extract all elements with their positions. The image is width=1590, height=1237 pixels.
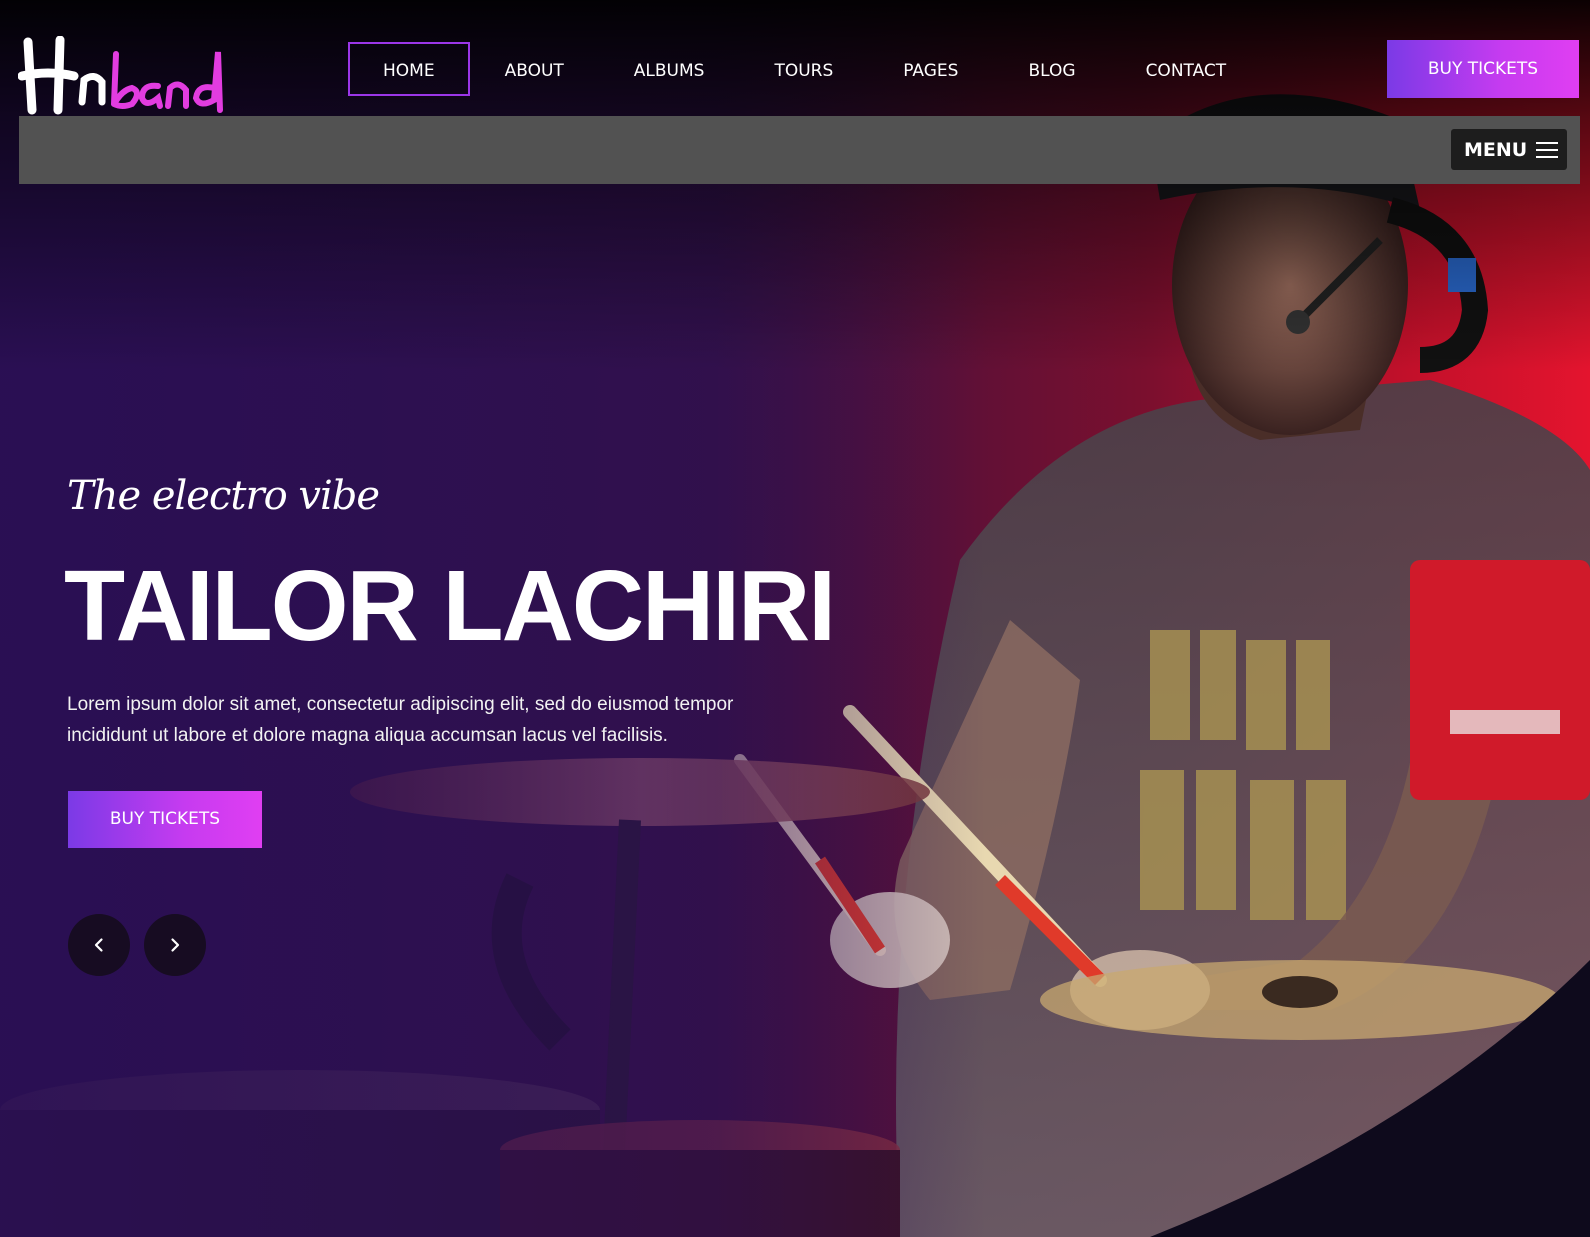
hero-tagline: The electro vibe (67, 473, 380, 519)
mobile-menu-bar: MENU (19, 116, 1580, 184)
menu-toggle-label: MENU (1464, 138, 1528, 161)
logo-icon (18, 36, 223, 115)
chevron-left-icon (94, 938, 103, 952)
hero-title: TAILOR LACHIRI (64, 550, 836, 662)
hero-description: Lorem ipsum dolor sit amet, consectetur … (67, 694, 734, 746)
nav-item-home[interactable]: HOME (348, 42, 470, 96)
site-header: HOME ABOUT ALBUMS TOURS PAGES BLOG CONTA… (0, 0, 1590, 116)
nav-item-about[interactable]: ABOUT (470, 42, 599, 96)
nav-item-blog[interactable]: BLOG (993, 42, 1110, 96)
main-nav: HOME ABOUT ALBUMS TOURS PAGES BLOG CONTA… (348, 41, 1261, 97)
hero-buy-tickets-button[interactable]: BUY TICKETS (68, 791, 262, 848)
nav-item-albums[interactable]: ALBUMS (599, 42, 740, 96)
logo[interactable] (18, 36, 238, 116)
nav-item-tours[interactable]: TOURS (739, 42, 868, 96)
slider-next-button[interactable] (144, 914, 206, 976)
nav-item-pages[interactable]: PAGES (868, 42, 993, 96)
chevron-right-icon (171, 938, 180, 952)
slider-prev-button[interactable] (68, 914, 130, 976)
menu-toggle-button[interactable]: MENU (1451, 129, 1567, 170)
page: HOME ABOUT ALBUMS TOURS PAGES BLOG CONTA… (0, 0, 1590, 1237)
hamburger-icon (1536, 141, 1559, 158)
header-buy-tickets-button[interactable]: BUY TICKETS (1387, 40, 1579, 98)
nav-item-contact[interactable]: CONTACT (1111, 42, 1262, 96)
